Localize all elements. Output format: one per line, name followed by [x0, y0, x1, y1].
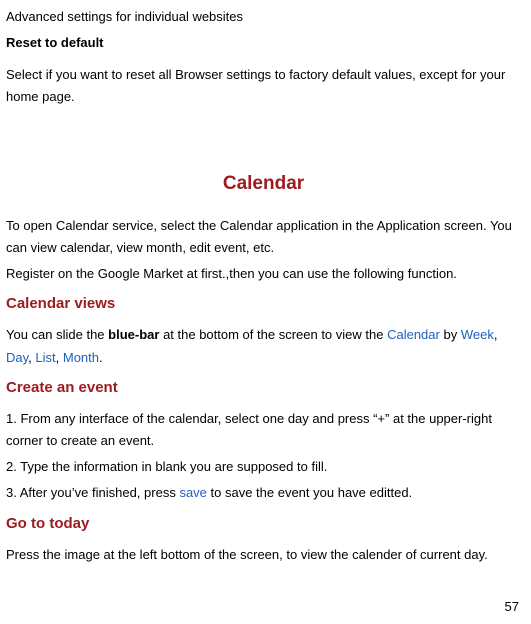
go-to-today-paragraph: Press the image at the left bottom of th… — [6, 544, 521, 566]
page-number: 57 — [6, 596, 521, 618]
calendar-heading: Calendar — [6, 168, 521, 200]
text-fragment: at the bottom of the screen to view the — [159, 327, 387, 342]
text-fragment: by — [440, 327, 461, 342]
week-word: Week — [461, 327, 494, 342]
text-fragment: You can slide the — [6, 327, 108, 342]
advanced-settings-line: Advanced settings for individual website… — [6, 6, 521, 28]
text-fragment: to save the event you have editted. — [207, 485, 412, 500]
month-word: Month — [63, 350, 99, 365]
list-word: List — [35, 350, 55, 365]
calendar-link-word: Calendar — [387, 327, 440, 342]
text-fragment: . — [99, 350, 103, 365]
create-step-2: 2. Type the information in blank you are… — [6, 456, 521, 478]
spacer — [6, 112, 521, 168]
reset-description: Select if you want to reset all Browser … — [6, 64, 521, 108]
calendar-intro-2: Register on the Google Market at first.,… — [6, 263, 521, 285]
text-fragment: 3. After you’ve finished, press — [6, 485, 179, 500]
text-fragment: , — [494, 327, 498, 342]
create-step-1: 1. From any interface of the calendar, s… — [6, 408, 521, 452]
reset-to-default-label: Reset to default — [6, 32, 521, 54]
create-step-3: 3. After you’ve finished, press save to … — [6, 482, 521, 504]
calendar-intro-1: To open Calendar service, select the Cal… — [6, 215, 521, 259]
calendar-views-heading: Calendar views — [6, 291, 521, 317]
day-word: Day — [6, 350, 28, 365]
bluebar-term: blue-bar — [108, 327, 159, 342]
save-word: save — [179, 485, 206, 500]
calendar-views-paragraph: You can slide the blue-bar at the bottom… — [6, 324, 521, 368]
create-event-heading: Create an event — [6, 375, 521, 401]
text-fragment: , — [56, 350, 63, 365]
go-to-today-heading: Go to today — [6, 511, 521, 537]
